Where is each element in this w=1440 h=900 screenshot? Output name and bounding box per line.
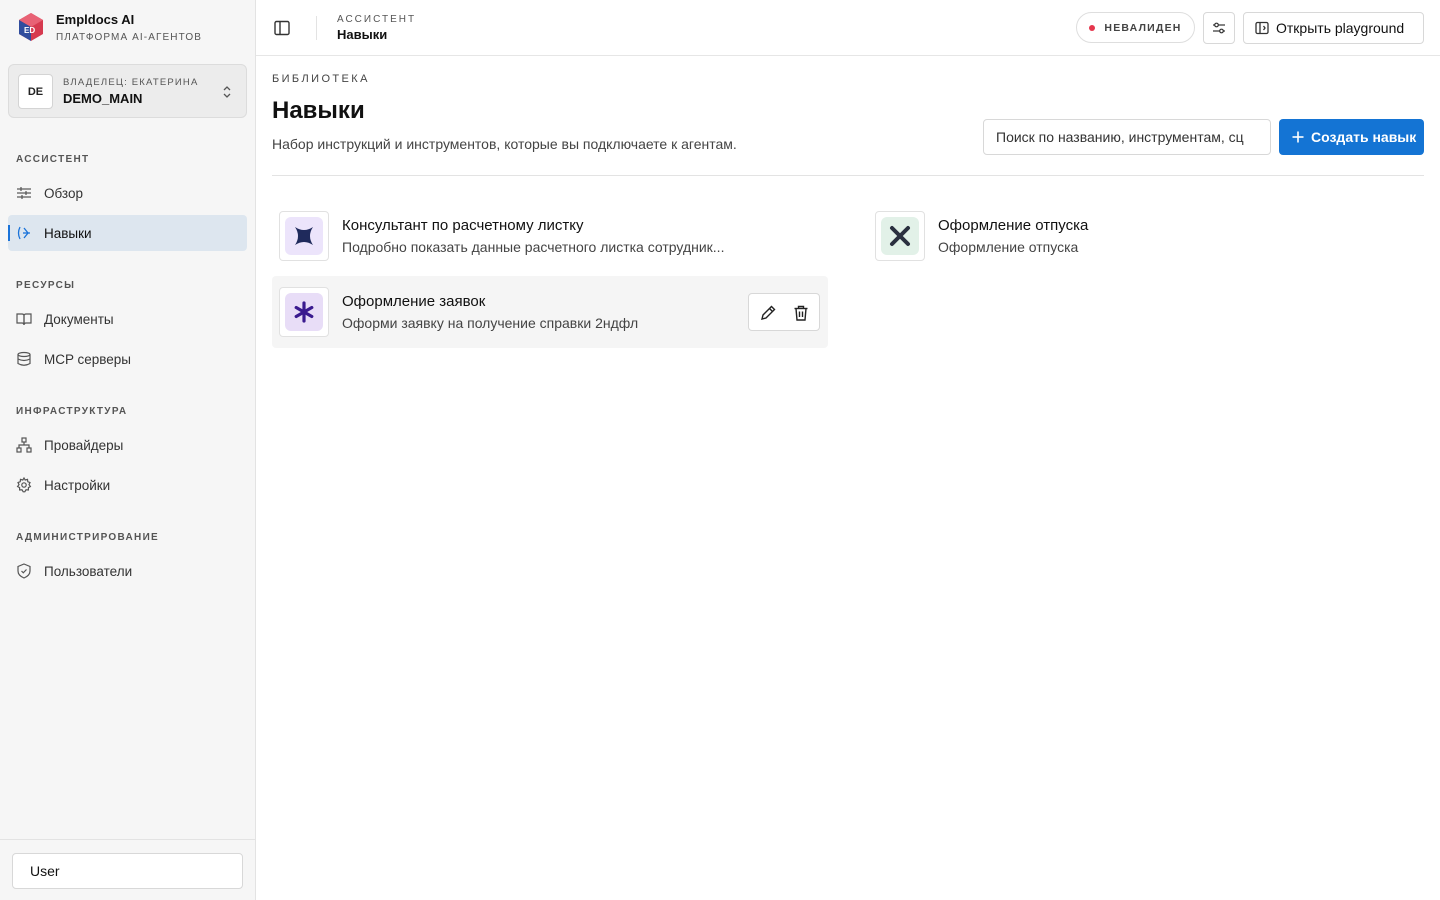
page-title: Навыки	[272, 97, 365, 124]
panel-icon	[1255, 21, 1269, 35]
section-title-administration: АДМИНИСТРИРОВАНИЕ	[16, 532, 160, 543]
sliders-icon	[17, 187, 31, 199]
shield-icon	[17, 563, 31, 579]
section-label: БИБЛИОТЕКА	[272, 73, 370, 85]
skill-description: Оформи заявку на получение справки 2ндфл	[342, 315, 639, 331]
sidebar-item-label: Пользователи	[44, 563, 133, 579]
skill-description: Подробно показать данные расчетного лист…	[342, 239, 725, 255]
create-skill-button[interactable]: Создать навык	[1279, 119, 1424, 155]
sidebar-item-label: Настройки	[44, 477, 111, 493]
section-title-resources: РЕСУРСЫ	[16, 280, 76, 291]
main-divider	[272, 175, 1424, 176]
page-description: Набор инструкций и инструментов, которые…	[272, 136, 737, 152]
workspace-name: DEMO_MAIN	[63, 91, 143, 106]
workspace-avatar: DE	[18, 74, 53, 109]
plus-icon	[1292, 131, 1304, 143]
section-title-infrastructure: ИНФРАСТРУКТУРА	[16, 406, 128, 417]
brand-logo-icon: ED	[19, 13, 43, 41]
sidebar-item-skills[interactable]: Навыки	[8, 215, 247, 251]
sidebar-item-label: Навыки	[44, 225, 92, 241]
gear-icon	[16, 477, 32, 493]
database-icon	[17, 351, 31, 366]
sidebar-item-documents[interactable]: Документы	[8, 301, 247, 337]
skill-description: Оформление отпуска	[938, 239, 1079, 255]
sidebar-item-users[interactable]: Пользователи	[8, 553, 247, 589]
workspace-switcher[interactable]: DE ВЛАДЕЛЕЦ: ЕКАТЕРИНА DEMO_MAIN	[8, 64, 247, 118]
workspace-owner: ВЛАДЕЛЕЦ: ЕКАТЕРИНА	[63, 77, 199, 88]
sidebar-item-providers[interactable]: Провайдеры	[8, 427, 247, 463]
header-divider	[316, 16, 317, 40]
status-label: НЕВАЛИДЕН	[1104, 21, 1182, 34]
sidebar-item-label: Документы	[44, 311, 114, 327]
create-skill-label: Создать навык	[1311, 129, 1417, 145]
breadcrumb-section: АССИСТЕНТ	[337, 14, 417, 25]
brand-name: Empldocs AI	[56, 12, 135, 27]
sidebar-footer: User	[0, 839, 255, 900]
sidebar-item-mcp-servers[interactable]: MCP серверы	[8, 341, 247, 377]
filter-button[interactable]	[1203, 12, 1235, 44]
network-icon	[16, 437, 32, 453]
brand-subtitle: ПЛАТФОРМА AI-АГЕНТОВ	[56, 32, 202, 43]
brand: ED Empldocs AI ПЛАТФОРМА AI-АГЕНТОВ	[18, 12, 201, 43]
skill-card[interactable]: Консультант по расчетному листку Подробн…	[272, 200, 828, 272]
svg-text:ED: ED	[24, 26, 35, 35]
book-icon	[16, 313, 32, 326]
skill-actions	[748, 293, 820, 331]
x-icon	[890, 226, 910, 246]
x-shape-icon	[295, 227, 313, 245]
top-header: АССИСТЕНТ Навыки НЕВАЛИДЕН Открыть playg…	[256, 0, 1440, 56]
open-playground-label: Открыть playground	[1276, 20, 1405, 36]
open-playground-button[interactable]: Открыть playground	[1243, 12, 1424, 44]
search-input[interactable]	[983, 119, 1271, 155]
skill-title: Оформление заявок	[342, 293, 486, 310]
skill-card[interactable]: Оформление заявок Оформи заявку на получ…	[272, 276, 828, 348]
breadcrumb-page: Навыки	[337, 27, 388, 42]
toggles-icon	[1213, 22, 1225, 34]
skill-title: Оформление отпуска	[938, 217, 1089, 234]
sidebar-item-label: MCP серверы	[44, 351, 132, 367]
asterisk-icon	[294, 301, 314, 323]
sidebar-toggle-icon[interactable]	[272, 18, 292, 38]
sidebar-item-label: Провайдеры	[44, 437, 124, 453]
skill-icon	[17, 226, 30, 240]
pencil-icon[interactable]	[759, 304, 777, 322]
sidebar-item-settings[interactable]: Настройки	[8, 467, 247, 503]
trash-icon[interactable]	[792, 304, 810, 322]
skill-card[interactable]: Оформление отпуска Оформление отпуска	[868, 200, 1424, 272]
skill-title: Консультант по расчетному листку	[342, 217, 584, 234]
chevron-updown-icon	[223, 86, 231, 98]
sidebar-item-label: Обзор	[44, 185, 83, 201]
user-menu-button[interactable]: User	[12, 853, 243, 889]
sidebar: ED Empldocs AI ПЛАТФОРМА AI-АГЕНТОВ DE В…	[0, 0, 256, 900]
sidebar-item-overview[interactable]: Обзор	[8, 175, 247, 211]
status-badge: НЕВАЛИДЕН	[1076, 12, 1195, 43]
section-title-assistant: АССИСТЕНТ	[16, 154, 90, 165]
status-dot-icon	[1089, 24, 1096, 31]
